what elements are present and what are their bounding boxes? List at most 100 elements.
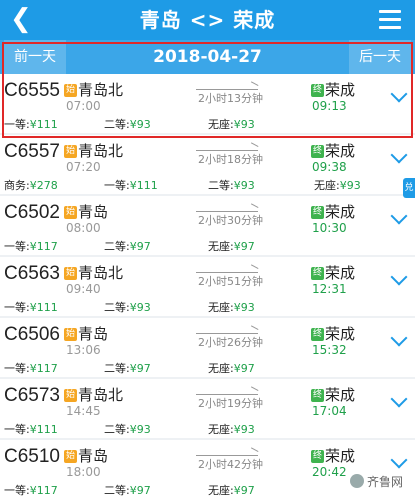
seat-price: 无座:¥97: [208, 482, 255, 498]
arrival-station: 荣成: [325, 447, 356, 465]
seat-class-label: 二等:: [104, 118, 130, 131]
travel-duration: 2小时30分钟: [198, 214, 263, 227]
seat-price-value: ¥93: [233, 301, 255, 314]
price-row: 一等:¥111 二等:¥93 无座:¥93: [4, 299, 384, 315]
train-number: C6557: [4, 141, 60, 162]
train-number: C6502: [4, 202, 60, 223]
arrival-time: 09:38: [312, 160, 347, 174]
seat-price: 二等:¥93: [104, 421, 151, 437]
departure-station: 青岛北: [78, 264, 124, 282]
watermark: 齐鲁网: [345, 471, 407, 493]
travel-duration: 2小时42分钟: [198, 458, 263, 471]
seat-class-label: 无座:: [208, 240, 234, 253]
end-station-badge: 终: [311, 206, 324, 219]
side-tag[interactable]: 兑: [403, 178, 415, 198]
seat-price: 二等:¥97: [104, 238, 151, 254]
seat-class-label: 一等:: [4, 484, 30, 497]
seat-price: 无座:¥97: [208, 238, 255, 254]
seat-price-value: ¥97: [233, 240, 255, 253]
seat-class-label: 商务:: [4, 179, 30, 192]
train-row[interactable]: C6573 始青岛北 14:45 2小时19分钟终荣成 17:04 一等:¥111 二等:¥…: [0, 379, 415, 438]
departure-station: 青岛北: [78, 386, 124, 404]
train-row[interactable]: C6557 始青岛北 07:20 2小时18分钟终荣成 09:38 商务:¥278 一等:¥…: [0, 135, 415, 194]
end-station-badge: 终: [311, 84, 324, 97]
seat-price: 一等:¥111: [104, 177, 158, 193]
arrival-time: 17:04: [312, 404, 347, 418]
seat-price-value: ¥117: [29, 362, 58, 375]
seat-price: 无座:¥93: [208, 116, 255, 132]
train-row[interactable]: C6502 始青岛 08:00 2小时30分钟终荣成 10:30 一等:¥117 二等:¥9…: [0, 196, 415, 255]
seat-price: 二等:¥93: [104, 299, 151, 315]
departure-time: 07:00: [66, 99, 101, 113]
seat-class-label: 无座:: [208, 118, 234, 131]
end-station-badge: 终: [311, 267, 324, 280]
price-row: 商务:¥278 一等:¥111 二等:¥93 无座:¥93: [4, 177, 384, 193]
departure-time: 18:00: [66, 465, 101, 479]
travel-duration: 2小时19分钟: [198, 397, 263, 410]
start-station-badge: 始: [64, 267, 77, 280]
price-row: 一等:¥117 二等:¥97 无座:¥97: [4, 482, 384, 498]
seat-price-value: ¥97: [129, 484, 151, 497]
seat-price-value: ¥111: [29, 423, 58, 436]
departure-station: 青岛: [78, 325, 109, 343]
price-row: 一等:¥111 二等:¥93 无座:¥93: [4, 421, 384, 437]
seat-price-value: ¥93: [233, 118, 255, 131]
seat-price: 二等:¥97: [104, 482, 151, 498]
start-station-badge: 始: [64, 328, 77, 341]
departure-station: 青岛北: [78, 142, 124, 160]
chevron-down-icon[interactable]: [390, 146, 408, 164]
page-title: 青岛 <> 荣成: [139, 8, 276, 32]
train-row[interactable]: C6555 始青岛北 07:00 2小时13分钟终荣成 09:13 一等:¥111 二等:¥…: [0, 74, 415, 133]
travel-duration: 2小时26分钟: [198, 336, 263, 349]
chevron-down-icon[interactable]: [390, 329, 408, 347]
chevron-down-icon[interactable]: [390, 268, 408, 286]
seat-price: 无座:¥93: [208, 421, 255, 437]
travel-duration: 2小时51分钟: [198, 275, 263, 288]
arrival-time: 15:32: [312, 343, 347, 357]
seat-class-label: 无座:: [208, 362, 234, 375]
seat-class-label: 无座:: [314, 179, 340, 192]
seat-price-value: ¥97: [233, 362, 255, 375]
seat-class-label: 二等:: [104, 240, 130, 253]
start-station-badge: 始: [64, 84, 77, 97]
departure-time: 14:45: [66, 404, 101, 418]
seat-price: 一等:¥117: [4, 482, 58, 498]
train-number: C6573: [4, 385, 60, 406]
seat-class-label: 二等:: [104, 301, 130, 314]
seat-price: 无座:¥93: [208, 299, 255, 315]
departure-time: 13:06: [66, 343, 101, 357]
seat-class-label: 一等:: [4, 240, 30, 253]
seat-price-value: ¥93: [339, 179, 361, 192]
arrival-station: 荣成: [325, 142, 356, 160]
departure-station: 青岛北: [78, 81, 124, 99]
chevron-down-icon[interactable]: [390, 85, 408, 103]
train-row[interactable]: C6506 始青岛 13:06 2小时26分钟终荣成 15:32 一等:¥117 二等:¥9…: [0, 318, 415, 377]
end-station-badge: 终: [311, 145, 324, 158]
seat-price-value: ¥93: [129, 301, 151, 314]
seat-price: 一等:¥111: [4, 299, 58, 315]
seat-class-label: 二等:: [208, 179, 234, 192]
train-row[interactable]: C6563 始青岛北 09:40 2小时51分钟终荣成 12:31 一等:¥111 二等:¥…: [0, 257, 415, 316]
seat-class-label: 无座:: [208, 301, 234, 314]
seat-class-label: 一等:: [4, 362, 30, 375]
seat-class-label: 无座:: [208, 423, 234, 436]
train-number: C6510: [4, 446, 60, 467]
arrival-station: 荣成: [325, 264, 356, 282]
arrival-station: 荣成: [325, 386, 356, 404]
chevron-down-icon[interactable]: [390, 451, 408, 469]
wechat-icon: [349, 474, 364, 488]
price-row: 一等:¥117 二等:¥97 无座:¥97: [4, 360, 384, 376]
seat-class-label: 一等:: [4, 423, 30, 436]
price-row: 一等:¥111 二等:¥93 无座:¥93: [4, 116, 384, 132]
seat-price: 二等:¥93: [208, 177, 255, 193]
seat-price-value: ¥97: [233, 484, 255, 497]
departure-time: 07:20: [66, 160, 101, 174]
train-number: C6563: [4, 263, 60, 284]
next-day-button[interactable]: 后一天: [349, 40, 411, 74]
seat-price: 一等:¥117: [4, 360, 58, 376]
chevron-down-icon[interactable]: [390, 390, 408, 408]
list-menu-icon[interactable]: [379, 10, 401, 30]
end-station-badge: 终: [311, 450, 324, 463]
watermark-text: 齐鲁网: [366, 475, 403, 489]
chevron-down-icon[interactable]: [390, 207, 408, 225]
